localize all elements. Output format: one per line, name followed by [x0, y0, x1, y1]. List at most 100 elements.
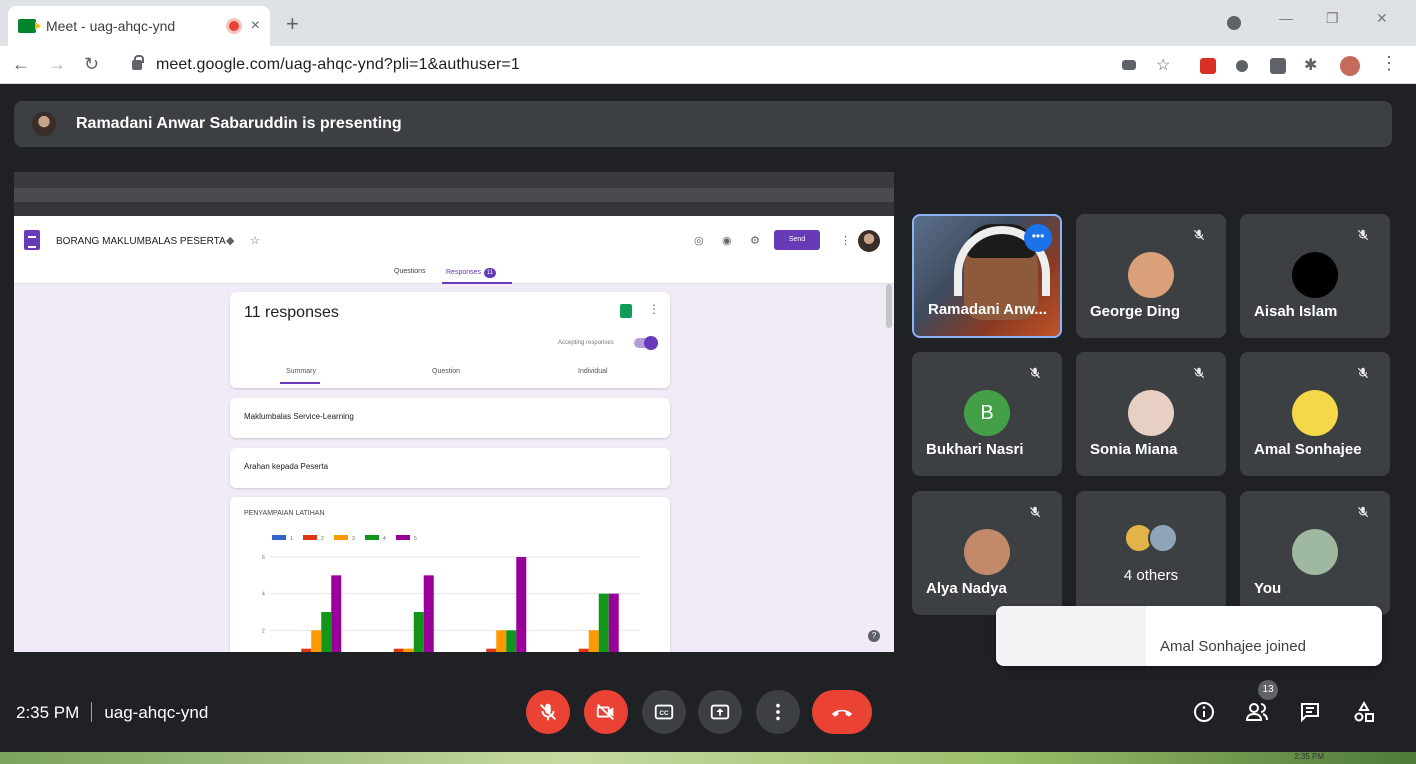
participant-tile[interactable]: Aisah Islam: [1240, 214, 1390, 338]
legend-label: 5: [414, 536, 417, 542]
captions-button[interactable]: CC: [642, 690, 686, 734]
more-vert-icon: [776, 703, 780, 721]
presenter-avatar: [32, 112, 56, 136]
chart-bar: [321, 612, 332, 652]
camera-toggle-button[interactable]: [584, 690, 628, 734]
mic-off-icon: [1357, 229, 1369, 241]
people-icon: [1245, 703, 1268, 721]
section-title: Maklumbalas Service-Learning: [244, 412, 354, 421]
presenting-banner: Ramadani Anwar Sabaruddin is presenting: [14, 101, 1392, 147]
tile-options-icon[interactable]: •••: [1024, 224, 1052, 252]
reload-icon[interactable]: ↻: [84, 54, 99, 75]
address-bar[interactable]: meet.google.com/uag-ahqc-ynd?pli=1&authu…: [118, 51, 1298, 79]
camera-off-icon: [596, 703, 614, 721]
chart-bar: [598, 593, 609, 652]
legend-label: 2: [321, 536, 324, 542]
restore-icon[interactable]: ❐: [1326, 10, 1339, 27]
activities-button[interactable]: [1352, 700, 1376, 729]
chart-bar: [496, 630, 507, 652]
legend-swatch: [396, 535, 410, 540]
participant-name: Ramadani Anw...: [928, 301, 1047, 318]
meeting-info-button[interactable]: [1192, 700, 1216, 729]
profile-avatar-icon[interactable]: [1340, 56, 1360, 76]
forms-header: BORANG MAKLUMBALAS PESERTA ◆ ☆ ◎ ◉ ⚙ Sen…: [14, 216, 894, 284]
responses-summary-card: 11 responses ⋮ Accepting responses Summa…: [230, 292, 670, 388]
mic-off-icon: [1357, 367, 1369, 379]
subtab-question: Question: [432, 368, 461, 375]
forward-icon[interactable]: →: [48, 54, 66, 75]
participant-name: You: [1254, 580, 1282, 597]
shared-browser-address: [14, 188, 894, 202]
more-options-button[interactable]: [756, 690, 800, 734]
participant-name: Sonia Miana: [1090, 441, 1178, 458]
back-icon[interactable]: ←: [12, 54, 30, 75]
participant-tile[interactable]: 4 others: [1076, 491, 1226, 615]
chat-button[interactable]: [1298, 700, 1322, 729]
browser-tab-meet[interactable]: Meet - uag-ahqc-ynd ×: [8, 6, 270, 46]
people-button[interactable]: [1244, 700, 1270, 729]
mic-off-icon: [1357, 506, 1369, 518]
microphone-toggle-button[interactable]: [526, 690, 570, 734]
legend-label: 3: [352, 536, 355, 542]
new-tab-button[interactable]: +: [286, 11, 299, 37]
forms-user-avatar: [858, 230, 880, 252]
participant-tile[interactable]: George Ding: [1076, 214, 1226, 338]
participant-tile[interactable]: You: [1240, 491, 1390, 615]
y-tick-label: 6: [262, 555, 265, 561]
present-screen-button[interactable]: [698, 690, 742, 734]
shared-screen: BORANG MAKLUMBALAS PESERTA ◆ ☆ ◎ ◉ ⚙ Sen…: [14, 172, 894, 652]
avatar: [1148, 523, 1178, 553]
minimize-icon[interactable]: —: [1279, 10, 1293, 26]
chart-title: PENYAMPAIAN LATIHAN: [244, 510, 325, 517]
participant-tile[interactable]: B Bukhari Nasri: [912, 352, 1062, 476]
chart-bar: [588, 630, 599, 652]
participant-tile[interactable]: Alya Nadya: [912, 491, 1062, 615]
tab-responses-label: Responses: [446, 269, 482, 276]
present-to-all-icon: [710, 704, 730, 720]
participant-tile[interactable]: ••• Ramadani Anw...: [912, 214, 1062, 338]
participant-name: Aisah Islam: [1254, 303, 1338, 320]
participant-tile[interactable]: Amal Sonhajee: [1240, 352, 1390, 476]
participant-name: Alya Nadya: [926, 580, 1007, 597]
avatar: [1292, 529, 1338, 575]
chart-bar: [578, 648, 589, 652]
google-forms-icon: [24, 230, 40, 250]
shared-scrollbar: [886, 284, 892, 328]
camera-icon[interactable]: [1122, 60, 1136, 70]
svg-text:CC: CC: [659, 710, 669, 717]
tab-close-icon[interactable]: ×: [251, 17, 260, 35]
browser-tab-strip: Meet - uag-ahqc-ynd × + — ❐ ✕: [0, 0, 1416, 46]
chat-icon: [1301, 703, 1319, 723]
toast-thumbnail: [996, 606, 1146, 666]
section-title: Arahan kepada Peserta: [244, 462, 329, 471]
participant-count-badge: 13: [1258, 680, 1278, 700]
close-window-icon[interactable]: ✕: [1376, 10, 1388, 27]
pdf-extension-icon[interactable]: [1200, 58, 1216, 74]
extension-icon[interactable]: [1236, 60, 1248, 72]
leave-call-button[interactable]: [812, 690, 872, 734]
presenting-text: Ramadani Anwar Sabaruddin is presenting: [76, 115, 402, 132]
recording-indicator-icon: [228, 21, 239, 31]
meet-favicon-icon: [18, 19, 41, 33]
extension-icon[interactable]: [1270, 58, 1286, 74]
section-card: Maklumbalas Service-Learning: [230, 398, 670, 438]
meeting-details: 2:35 PM uag-ahqc-ynd: [16, 702, 208, 723]
extensions-puzzle-icon[interactable]: ✱: [1304, 55, 1317, 75]
active-subtab-indicator: [280, 382, 320, 384]
shared-browser-tabs: [14, 172, 894, 188]
participant-tile[interactable]: Sonia Miana: [1076, 352, 1226, 476]
chart-bar: [423, 575, 434, 652]
browser-menu-icon[interactable]: ⋮: [1380, 53, 1398, 74]
form-title: BORANG MAKLUMBALAS PESERTA: [56, 236, 226, 247]
avatar: [964, 529, 1010, 575]
url-text: meet.google.com/uag-ahqc-ynd?pli=1&authu…: [156, 56, 520, 73]
bookmark-star-icon[interactable]: ☆: [1156, 55, 1170, 75]
legend-swatch: [334, 535, 348, 540]
chart-bar: [393, 648, 404, 652]
chart-bar: [506, 630, 517, 652]
settings-gear-icon: ⚙: [750, 235, 760, 247]
star-icon: ☆: [250, 235, 260, 247]
profile-icon[interactable]: [1227, 16, 1241, 30]
chart-bar: [331, 575, 342, 652]
call-end-icon: [831, 709, 853, 717]
